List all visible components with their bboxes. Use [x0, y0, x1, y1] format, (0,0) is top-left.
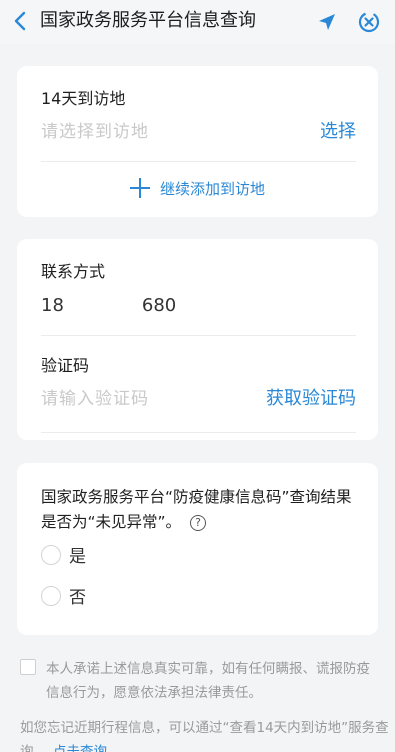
option-no[interactable]: 否	[41, 583, 86, 608]
back-button[interactable]	[10, 9, 30, 33]
divider	[41, 432, 356, 433]
question-text: 国家政务服务平台“防疫健康信息码”查询结果是否为“未见异常”。 ?	[41, 485, 361, 535]
divider	[41, 335, 356, 336]
add-location-button[interactable]: 继续添加到访地	[17, 176, 378, 200]
visit-location-label: 14天到访地	[41, 89, 126, 108]
code-input[interactable]: 请输入验证码	[41, 388, 149, 410]
help-icon[interactable]: ?	[190, 514, 206, 531]
radio-circle-icon	[41, 544, 61, 565]
promise-checkbox[interactable]	[20, 659, 36, 675]
phone-suffix: 680	[141, 295, 177, 316]
option-no-label: 否	[69, 588, 86, 608]
radio-circle-icon	[41, 585, 61, 606]
contact-card: 联系方式 18 680 验证码 请输入验证码 获取验证码	[17, 239, 378, 440]
promise-section: 本人承诺上述信息真实可靠，如有任何瞒报、谎报防疫信息行为，愿意依法承担法律责任。	[20, 657, 382, 705]
phone-mask	[64, 295, 142, 317]
add-location-label: 继续添加到访地	[159, 179, 265, 198]
code-label: 验证码	[41, 356, 90, 375]
option-yes-label: 是	[69, 547, 86, 567]
plus-icon	[129, 178, 150, 198]
close-button[interactable]	[355, 8, 383, 36]
location-arrow-icon	[319, 14, 335, 30]
divider	[41, 161, 356, 162]
location-button[interactable]	[313, 8, 341, 36]
get-code-button[interactable]: 获取验证码	[266, 388, 356, 410]
visit-location-card: 14天到访地 请选择到访地 选择 继续添加到访地	[17, 66, 378, 217]
phone-field[interactable]: 18 680	[41, 295, 176, 317]
top-navigation-bar: 国家政务服务平台信息查询	[0, 0, 395, 44]
close-circle-icon	[358, 11, 380, 33]
select-location-button[interactable]: 选择	[320, 121, 356, 143]
contact-label: 联系方式	[41, 262, 106, 281]
page-title: 国家政务服务平台信息查询	[40, 10, 256, 31]
promise-text: 本人承诺上述信息真实可靠，如有任何瞒报、谎报防疫信息行为，愿意依法承担法律责任。	[46, 661, 370, 701]
chevron-left-icon	[14, 11, 26, 31]
query-link[interactable]: 点击查询	[53, 744, 107, 752]
footnote: 如您忘记近期行程信息，可以通过“查看14天内到访地”服务查询。 点击查询	[20, 716, 390, 752]
option-yes[interactable]: 是	[41, 542, 86, 567]
visit-location-input[interactable]: 请选择到访地	[41, 121, 149, 143]
phone-prefix: 18	[41, 295, 64, 316]
health-code-question-card: 国家政务服务平台“防疫健康信息码”查询结果是否为“未见异常”。 ? 是 否	[17, 463, 378, 635]
